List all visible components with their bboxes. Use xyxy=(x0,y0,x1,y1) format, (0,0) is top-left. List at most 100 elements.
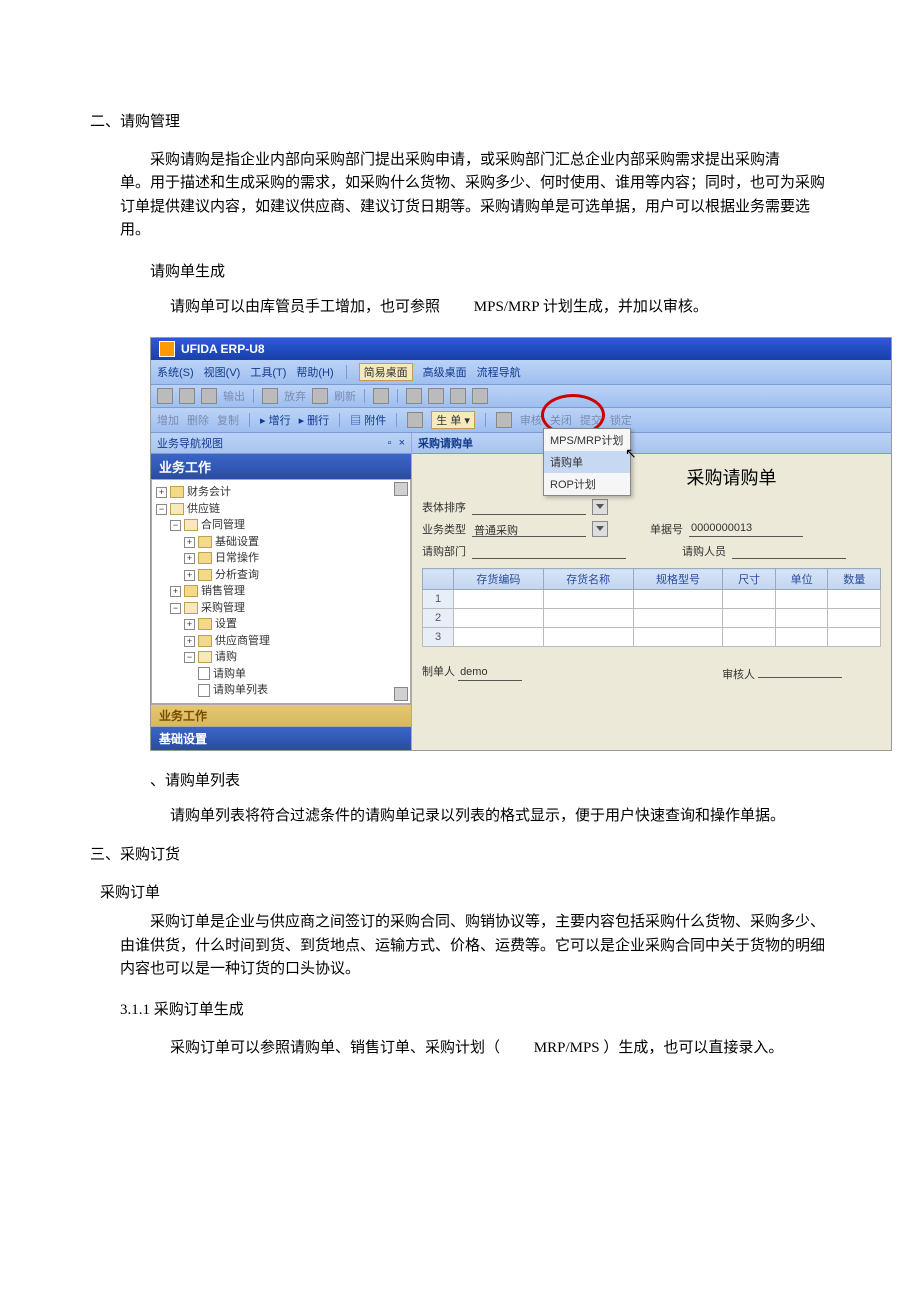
export-icon[interactable] xyxy=(201,388,217,404)
print-icon[interactable] xyxy=(157,388,173,404)
po-gen-body-c: ）生成，也可以直接录入。 xyxy=(603,1040,783,1056)
scroll-down-icon[interactable] xyxy=(394,687,408,701)
btn-generate[interactable]: 生 单 ▾ xyxy=(431,411,475,429)
req-gen-body: 请购单可以由库管员手工增加，也可参照 MPS/MRP 计划生成，并加以审核。 xyxy=(90,296,830,319)
refresh-icon[interactable] xyxy=(312,388,328,404)
menu-tool[interactable]: 工具(T) xyxy=(250,364,286,380)
tree-query[interactable]: 分析查询 xyxy=(215,569,259,581)
biztype-value[interactable]: 普通采购 xyxy=(472,522,586,537)
col-qty[interactable]: 数量 xyxy=(828,569,881,590)
next-icon[interactable] xyxy=(450,388,466,404)
po-title: 采购订单 xyxy=(100,882,830,905)
maker-value: demo xyxy=(458,666,522,681)
tree-daily[interactable]: 日常操作 xyxy=(215,552,259,564)
tree-scm[interactable]: 供应链 xyxy=(187,503,220,515)
auditor-value xyxy=(758,663,842,678)
btn-delrow[interactable]: ▸ 删行 xyxy=(299,412,330,428)
tree-reqlist[interactable]: 请购单列表 xyxy=(213,684,268,696)
billno-value[interactable]: 0000000013 xyxy=(689,522,803,537)
tree-financial[interactable]: 财务会计 xyxy=(187,486,231,498)
btn-del[interactable]: 删除 xyxy=(187,412,209,428)
po-para: 采购订单是企业与供应商之间签订的采购合同、购销协议等，主要内容包括采购什么货物、… xyxy=(90,911,830,981)
menu-help[interactable]: 帮助(H) xyxy=(296,364,333,380)
po-gen-body-b: MRP/MPS xyxy=(534,1040,600,1056)
misc2-icon[interactable] xyxy=(496,412,512,428)
col-code[interactable]: 存货编码 xyxy=(454,569,544,590)
po-gen-body-a: 采购订单可以参照请购单、销售订单、采购计划（ xyxy=(170,1040,530,1056)
tree-setup[interactable]: 设置 xyxy=(215,618,237,630)
nav-tab-work[interactable]: 业务工作 xyxy=(151,704,411,726)
first-icon[interactable] xyxy=(406,388,422,404)
prev-icon[interactable] xyxy=(428,388,444,404)
menu-system[interactable]: 系统(S) xyxy=(157,364,194,380)
btn-lock[interactable]: 锁定 xyxy=(610,412,632,428)
tree-req[interactable]: 请购 xyxy=(215,651,237,663)
btn-giveup[interactable]: 放弃 xyxy=(284,388,306,404)
sort-field[interactable] xyxy=(472,500,586,515)
btn-insrow[interactable]: ▸ 增行 xyxy=(260,412,291,428)
nav-panel: 业务导航视图 ▫ × 业务工作 +财务会计 −供应链 −合同管理 xyxy=(151,433,412,750)
preview-icon[interactable] xyxy=(179,388,195,404)
btn-commit[interactable]: 提交 xyxy=(580,412,602,428)
col-size[interactable]: 尺寸 xyxy=(723,569,776,590)
menu-view[interactable]: 视图(V) xyxy=(204,364,241,380)
close-icon[interactable]: × xyxy=(399,437,405,449)
req-gen-title: 请购单生成 xyxy=(90,260,830,281)
btn-add[interactable]: 增加 xyxy=(157,412,179,428)
app-title: UFIDA ERP-U8 xyxy=(181,342,265,356)
nav-header: 业务导航视图 ▫ × xyxy=(151,433,411,454)
btn-copy[interactable]: 复制 xyxy=(217,412,239,428)
toolbar-2: 增加 删除 复制 ▸ 增行 ▸ 删行 ▤ 附件 生 单 ▾ 审核 关闭 提交 锁… xyxy=(151,408,891,433)
nav-tree[interactable]: +财务会计 −供应链 −合同管理 +基础设置 +日常操作 +分析查询 xyxy=(151,479,411,704)
person-field[interactable] xyxy=(732,544,846,559)
main-panel: 采购请购单 采购请购单 表体排序 业务类型 普通采购 单据号 000000001… xyxy=(412,433,891,750)
doc-tab[interactable]: 采购请购单 xyxy=(412,433,891,454)
tree-vendor[interactable]: 供应商管理 xyxy=(215,635,270,647)
req-list-body: 请购单列表将符合过滤条件的请购单记录以列表的格式显示，便于用户快速查询和操作单据… xyxy=(90,805,830,828)
gen-item-req[interactable]: 请购单 xyxy=(544,451,630,473)
tree-reqbill[interactable]: 请购单 xyxy=(213,668,246,680)
btn-output[interactable]: 输出 xyxy=(223,388,245,404)
scroll-up-icon[interactable] xyxy=(394,482,408,496)
gen-item-rop[interactable]: ROP计划 xyxy=(544,473,630,495)
last-icon[interactable] xyxy=(472,388,488,404)
giveup-icon[interactable] xyxy=(262,388,278,404)
separator xyxy=(253,389,254,403)
gen-icon[interactable] xyxy=(407,412,423,428)
separator xyxy=(339,413,340,427)
detail-grid[interactable]: 存货编码 存货名称 规格型号 尺寸 单位 数量 1 2 3 xyxy=(422,568,881,647)
col-unit[interactable]: 单位 xyxy=(775,569,828,590)
sort-label: 表体排序 xyxy=(422,499,466,515)
table-row[interactable]: 2 xyxy=(423,609,881,628)
btn-audit[interactable]: 审核 xyxy=(520,412,542,428)
pin-icon[interactable]: ▫ xyxy=(388,437,392,449)
desktop-simple[interactable]: 简易桌面 xyxy=(359,363,413,381)
col-rownum xyxy=(423,569,454,590)
biztype-dropdown-icon[interactable] xyxy=(592,521,608,537)
btn-attach[interactable]: ▤ 附件 xyxy=(350,412,386,428)
separator xyxy=(364,389,365,403)
tree-base[interactable]: 基础设置 xyxy=(215,536,259,548)
dept-field[interactable] xyxy=(472,544,626,559)
table-row[interactable]: 3 xyxy=(423,628,881,647)
req-gen-body-b: MPS/MRP xyxy=(474,299,539,315)
gen-item-mps[interactable]: MPS/MRP计划 xyxy=(544,429,630,451)
section2-para: 采购请购是指企业内部向采购部门提出采购申请，或采购部门汇总企业内部采购需求提出采… xyxy=(90,149,830,242)
nav-header-label: 业务导航视图 xyxy=(157,435,223,451)
desktop-flow[interactable]: 流程导航 xyxy=(477,364,521,380)
sort-dropdown-icon[interactable] xyxy=(592,499,608,515)
desktop-classic[interactable]: 高级桌面 xyxy=(423,364,467,380)
col-spec[interactable]: 规格型号 xyxy=(633,569,723,590)
po-gen-num: 3.1.1 xyxy=(120,1002,150,1018)
btn-close[interactable]: 关闭 xyxy=(550,412,572,428)
col-name[interactable]: 存货名称 xyxy=(543,569,633,590)
tree-sales[interactable]: 销售管理 xyxy=(201,585,245,597)
tree-contract[interactable]: 合同管理 xyxy=(201,519,245,531)
tree-purchase[interactable]: 采购管理 xyxy=(201,602,245,614)
separator xyxy=(346,365,347,379)
nav-tab-base[interactable]: 基础设置 xyxy=(151,726,411,750)
titlebar: UFIDA ERP-U8 xyxy=(151,338,891,360)
table-row[interactable]: 1 xyxy=(423,590,881,609)
misc-icon[interactable] xyxy=(373,388,389,404)
btn-refresh[interactable]: 刷新 xyxy=(334,388,356,404)
